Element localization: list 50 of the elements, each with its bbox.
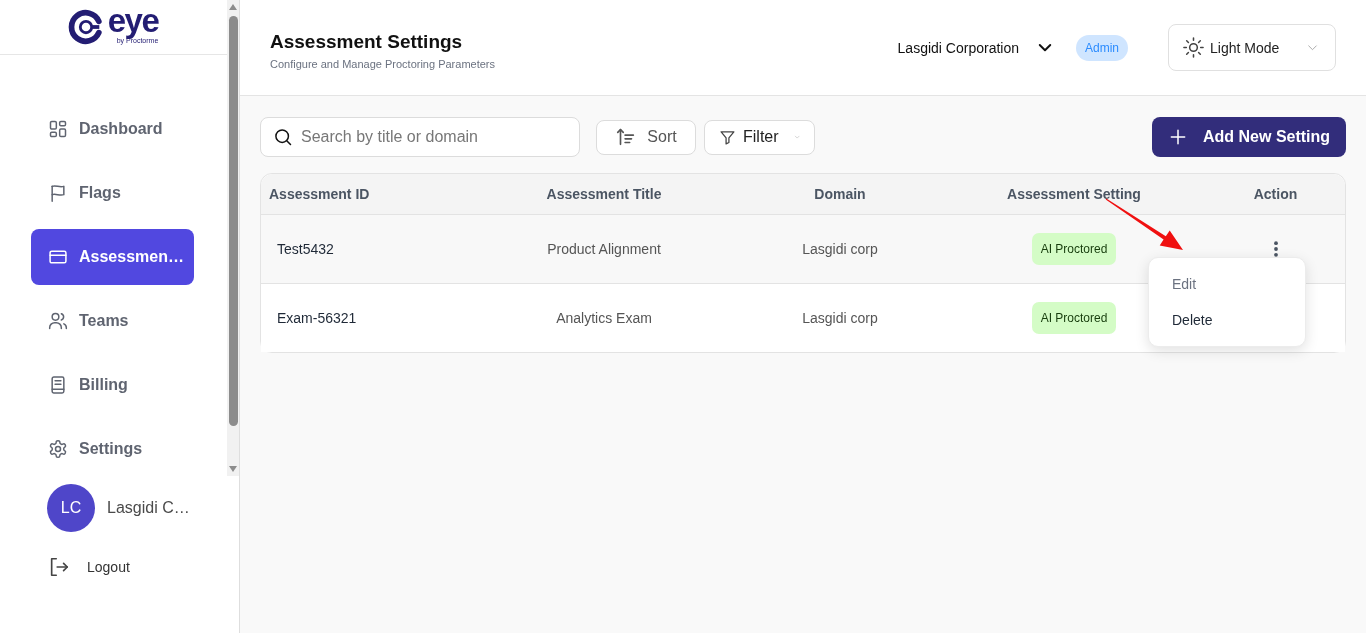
nav-item[interactable]: Billing	[31, 357, 194, 413]
table-cell-text: Analytics Exam	[555, 310, 653, 326]
status-badge: AI Proctored	[1031, 233, 1117, 265]
column-header: Domain	[813, 186, 867, 202]
avatar[interactable]: LC	[47, 484, 95, 532]
column-header: Assessment Setting	[1006, 186, 1142, 202]
table-cell-text: Test5432	[276, 241, 335, 257]
logo-icon	[66, 8, 105, 46]
table-cell-text: Product Alignment	[546, 241, 662, 257]
table-cell-text: Lasgidi corp	[801, 241, 879, 257]
role-badge: Admin	[1076, 34, 1128, 61]
theme-select[interactable]: Light Mode	[1168, 24, 1336, 71]
table-cell-text: Exam-56321	[276, 310, 358, 326]
search-icon	[273, 127, 293, 147]
logo-text: eye	[107, 1, 159, 39]
card-icon	[48, 247, 68, 267]
logout-icon	[48, 556, 70, 578]
nav-item[interactable]: Teams	[31, 293, 194, 349]
search-field[interactable]: Search by title or domain	[260, 117, 580, 157]
sun-icon	[1182, 36, 1205, 59]
more-options-icon[interactable]	[1272, 241, 1279, 257]
filter-icon	[719, 128, 736, 146]
nav-item[interactable]: Settings	[31, 421, 194, 477]
grid-icon	[48, 119, 68, 139]
nav-item[interactable]: Flags	[31, 165, 194, 221]
scrollbar[interactable]	[227, 0, 239, 476]
profile-name: Lasgidi C…	[107, 499, 190, 517]
settings-icon	[48, 439, 68, 459]
sort-button[interactable]: Sort	[596, 119, 696, 155]
status-badge: AI Proctored	[1031, 302, 1117, 334]
table-cell-text: Lasgidi corp	[801, 310, 879, 326]
nav-item[interactable]: Dashboard	[31, 101, 194, 157]
document-icon	[48, 375, 68, 395]
logout-button[interactable]: Logout	[48, 556, 130, 578]
scroll-up-icon[interactable]	[229, 4, 237, 10]
scrollbar-thumb[interactable]	[228, 16, 238, 426]
users-icon	[48, 311, 68, 331]
column-header: Assessment Title	[545, 186, 663, 202]
add-new-setting-button[interactable]: Add New Setting	[1152, 117, 1346, 157]
column-header: Assessment ID	[268, 186, 371, 202]
plus-icon	[1168, 127, 1188, 147]
flag-icon	[48, 183, 68, 203]
page-subtitle: Configure and Manage Proctoring Parameters	[270, 58, 495, 70]
column-header: Action	[1252, 186, 1299, 202]
filter-button[interactable]: Filter	[704, 119, 815, 155]
organization-name: Lasgidi Corporation	[897, 39, 1019, 56]
scroll-down-icon[interactable]	[229, 466, 237, 472]
nav-item[interactable]: Assessmen…	[31, 229, 194, 285]
menu-item[interactable]: Delete	[1149, 302, 1305, 338]
page-title: Assessment Settings	[270, 31, 464, 53]
